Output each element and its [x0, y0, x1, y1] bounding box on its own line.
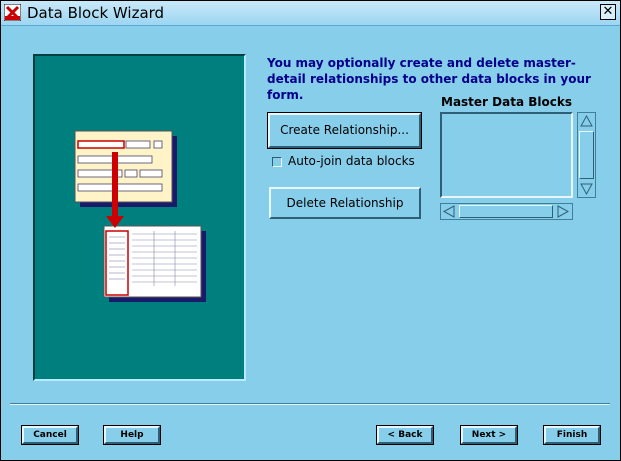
auto-join-checkbox[interactable] [272, 157, 282, 167]
horizontal-scroll-thumb[interactable] [459, 205, 553, 218]
footer-separator [10, 403, 610, 405]
scroll-right-arrow-icon[interactable] [555, 204, 570, 219]
master-data-blocks-list[interactable] [440, 112, 573, 198]
close-icon: ✕ [602, 4, 614, 19]
close-button[interactable]: ✕ [600, 4, 616, 20]
master-list-vertical-scrollbar[interactable] [577, 112, 596, 198]
help-button[interactable]: Help [103, 425, 161, 445]
master-data-blocks-label: Master Data Blocks [441, 95, 572, 109]
auto-join-label[interactable]: Auto-join data blocks [288, 153, 415, 169]
oracle-forms-icon [4, 4, 21, 21]
delete-relationship-button[interactable]: Delete Relationship [269, 187, 421, 219]
next-button[interactable]: Next > [460, 425, 518, 445]
master-list-horizontal-scrollbar[interactable] [440, 203, 573, 220]
window-title: Data Block Wizard [27, 4, 165, 22]
master-detail-illustration [33, 54, 246, 381]
create-relationship-button[interactable]: Create Relationship... [267, 112, 422, 149]
cancel-button[interactable]: Cancel [21, 425, 79, 445]
title-bar: Data Block Wizard ✕ [1, 1, 620, 26]
vertical-scroll-thumb[interactable] [579, 131, 594, 179]
master-detail-diagram [74, 130, 206, 302]
finish-button[interactable]: Finish [543, 425, 601, 445]
scroll-down-arrow-icon[interactable] [579, 181, 594, 196]
data-block-wizard-window: Data Block Wizard ✕ You may optionally c… [0, 0, 621, 461]
scroll-up-arrow-icon[interactable] [579, 114, 594, 129]
back-button[interactable]: < Back [376, 425, 434, 445]
scroll-left-arrow-icon[interactable] [442, 204, 457, 219]
